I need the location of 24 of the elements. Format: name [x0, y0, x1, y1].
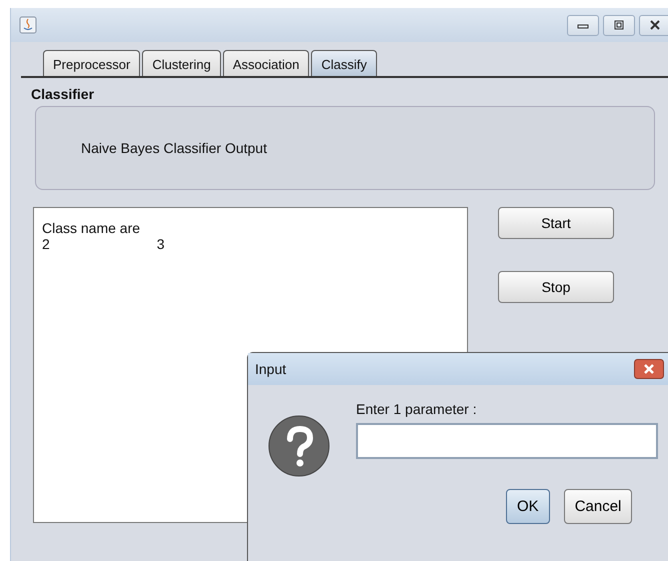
minimize-button[interactable] — [567, 14, 599, 36]
close-button[interactable] — [639, 14, 668, 36]
dialog-button[interactable]: Cancel — [564, 489, 632, 524]
classifier-name: Naive Bayes Classifier Output — [81, 140, 267, 156]
output-heading: Class name are — [42, 220, 142, 236]
prompt-label: Enter 1 parameter : — [356, 401, 478, 417]
output-value: 2 — [42, 236, 50, 252]
tab[interactable]: Association — [222, 50, 310, 76]
close-icon[interactable] — [634, 359, 664, 379]
dialog-title: Input — [255, 361, 286, 377]
tab[interactable]: Clustering — [142, 50, 221, 76]
action-button[interactable]: Stop — [498, 271, 614, 303]
maximize-icon — [613, 20, 625, 30]
tab[interactable]: Classify — [311, 50, 377, 76]
action-button[interactable]: Start — [498, 207, 614, 239]
close-icon — [649, 20, 661, 30]
app-icon — [19, 16, 37, 34]
input-field[interactable] — [356, 423, 658, 459]
output-value: 3 — [156, 236, 165, 252]
section-label: Classifier — [31, 86, 96, 102]
question-icon — [268, 415, 330, 477]
tab[interactable]: Preprocessor — [43, 50, 140, 76]
maximize-button[interactable] — [603, 14, 635, 36]
dialog-button[interactable]: OK — [506, 489, 550, 524]
